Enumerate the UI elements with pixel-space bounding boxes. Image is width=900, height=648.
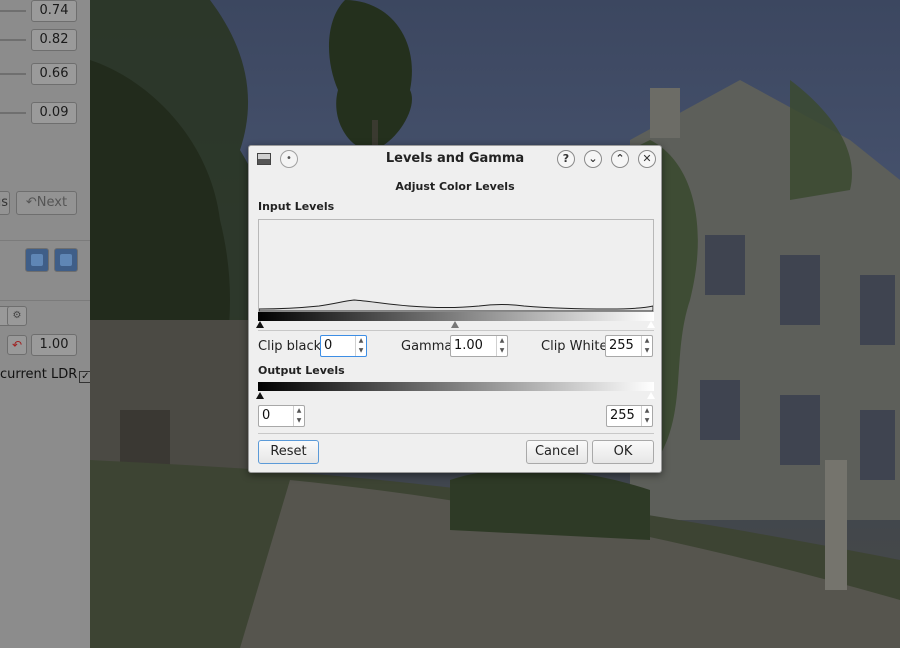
clip-black-stepper-icon[interactable]: ▲ ▼ [355,336,366,356]
checkbox-checked-icon: ✓ [79,371,90,383]
gamma-label: Gamma [401,339,453,354]
dialog-titlebar[interactable]: • Levels and Gamma ? ⌄ ⌃ ✕ [249,146,661,174]
clip-white-value: 255 [609,338,634,353]
clip-white-spinbox[interactable]: 255 ▲ ▼ [605,335,653,357]
panel-divider [0,240,90,241]
gamma-spinbox[interactable]: 1.00 ▲ ▼ [450,335,508,357]
histogram-curve [258,299,654,312]
dialog-title: Levels and Gamma [385,151,525,166]
previous-button[interactable]: us [0,191,10,215]
clip-white-stepper-icon[interactable]: ▲ ▼ [641,336,652,356]
parameter-value-4[interactable]: 0.09 [31,102,77,124]
clip-white-label: Clip White [541,339,608,354]
parameter-slider-3[interactable] [0,73,26,75]
parameter-slider-2[interactable] [0,39,26,41]
output-black-value: 0 [262,408,271,423]
output-black-point-handle[interactable] [256,392,264,399]
current-ldr-label: current LDR [0,367,78,382]
preset-save-button[interactable] [54,248,78,272]
tonemap-parameters-panel: 0.74 0.82 0.66 0.09 us ↶Next ⚙ ↶ 1.00 cu… [0,0,90,648]
dialog-subtitle: Adjust Color Levels [395,180,515,193]
output-white-point-handle[interactable] [647,392,655,399]
input-histogram [258,219,654,313]
panel-divider-2 [0,300,90,301]
ok-button[interactable]: OK [592,440,654,464]
gamma-stepper-icon[interactable]: ▲ ▼ [496,336,507,356]
output-black-spinbox[interactable]: 0 ▲ ▼ [258,405,305,427]
help-icon[interactable]: ? [557,150,575,168]
input-gradient-bar [258,312,654,321]
clip-black-label: Clip black [258,339,322,354]
minimize-icon[interactable]: ⌄ [584,150,602,168]
clip-black-spinbox[interactable]: 0 ▲ ▼ [320,335,367,357]
window-app-icon[interactable] [257,153,271,165]
clip-black-value: 0 [324,338,333,353]
undo-icon[interactable]: ↶ [7,335,27,355]
undo-arrow-icon: ↶ [25,195,37,210]
input-gamma-handle[interactable] [451,321,459,328]
close-icon[interactable]: ✕ [638,150,656,168]
input-levels-label: Input Levels [258,200,335,213]
parameter-value-3[interactable]: 0.66 [31,63,77,85]
current-ldr-checkbox[interactable]: current LDR ✓ [0,367,90,383]
cancel-button[interactable]: Cancel [526,440,588,464]
output-black-stepper-icon[interactable]: ▲ ▼ [293,406,304,426]
gamma-value: 1.00 [454,338,483,353]
output-white-value: 255 [610,408,635,423]
parameter-slider-1[interactable] [0,10,26,12]
output-gradient-bar [258,382,654,391]
parameter-slider-4[interactable] [0,112,26,114]
pin-icon[interactable]: • [280,150,298,168]
levels-gamma-dialog: • Levels and Gamma ? ⌄ ⌃ ✕ Adjust Color … [248,145,662,473]
settings-icon[interactable]: ⚙ [7,306,27,326]
next-button-label: Next [36,195,68,210]
input-white-point-handle[interactable] [647,321,655,328]
next-button[interactable]: ↶Next [16,191,77,215]
input-divider [258,330,654,331]
preset-load-button[interactable] [25,248,49,272]
parameter-value-1[interactable]: 0.74 [31,0,77,22]
input-black-point-handle[interactable] [256,321,264,328]
output-white-spinbox[interactable]: 255 ▲ ▼ [606,405,653,427]
maximize-icon[interactable]: ⌃ [611,150,629,168]
parameter-value-2[interactable]: 0.82 [31,29,77,51]
output-white-stepper-icon[interactable]: ▲ ▼ [641,406,652,426]
buttons-divider [258,433,654,434]
output-levels-label: Output Levels [258,364,345,377]
reset-button[interactable]: Reset [258,440,319,464]
gamma-value-field[interactable]: 1.00 [31,334,77,356]
